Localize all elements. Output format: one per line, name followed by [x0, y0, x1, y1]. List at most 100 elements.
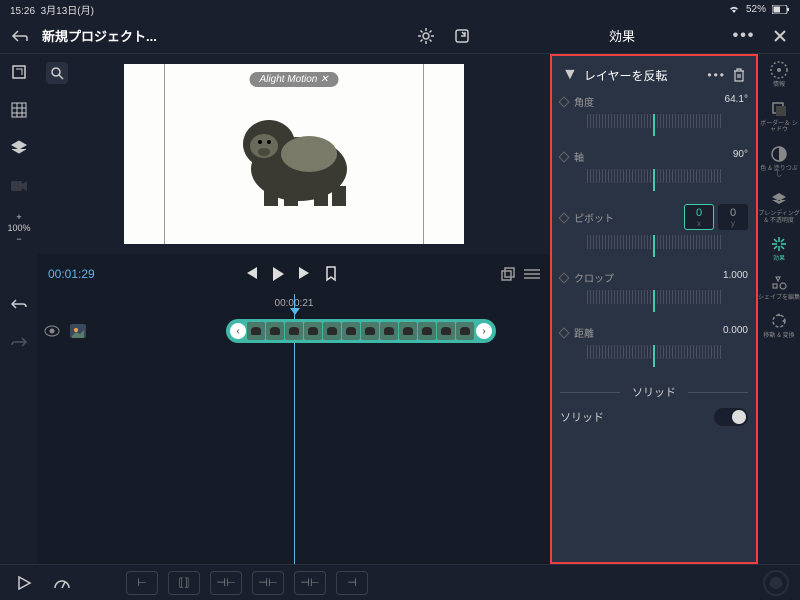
- back-button[interactable]: [6, 22, 34, 50]
- crop-slider[interactable]: [560, 287, 748, 315]
- visibility-icon[interactable]: [44, 325, 64, 337]
- param-crop: クロップ 1.000: [560, 268, 748, 315]
- status-date: 3月13日(月): [41, 6, 94, 17]
- info-tool[interactable]: 情報: [769, 60, 789, 89]
- param-axis: 軸 90°: [560, 147, 748, 194]
- camera-tool[interactable]: [7, 174, 31, 198]
- play-outline-button[interactable]: [10, 569, 38, 597]
- watermark: Alight Motion ✕: [250, 72, 339, 87]
- redo-button[interactable]: [7, 330, 31, 354]
- transform-tool[interactable]: 移動 & 変換: [763, 311, 794, 340]
- battery-text: 52%: [746, 4, 766, 15]
- crop-tool[interactable]: [7, 60, 31, 84]
- timeline[interactable]: 00:00:21 ‹ ›: [38, 294, 550, 564]
- play-button[interactable]: [271, 266, 285, 282]
- center-area: Alight Motion ✕ 00:01:29 00:00:21: [38, 54, 550, 564]
- axis-slider[interactable]: [560, 166, 748, 194]
- param-angle: 角度 64.1°: [560, 92, 748, 139]
- effects-tool[interactable]: 効果: [769, 234, 789, 263]
- distance-slider[interactable]: [560, 342, 748, 370]
- crop-value[interactable]: 1.000: [723, 270, 748, 285]
- speed-button[interactable]: [48, 569, 76, 597]
- canvas[interactable]: Alight Motion ✕: [124, 64, 464, 244]
- keyframe-toggle-distance[interactable]: [558, 327, 569, 338]
- menu-button[interactable]: [524, 268, 540, 280]
- settings-button[interactable]: [412, 22, 440, 50]
- param-distance: 距離 0.000: [560, 323, 748, 370]
- zoom-in[interactable]: +: [7, 212, 30, 223]
- track-thumb-icon[interactable]: [70, 324, 90, 338]
- status-time: 15:26: [10, 6, 35, 17]
- axis-value[interactable]: 90°: [733, 149, 748, 164]
- left-toolbar: + 100% −: [0, 54, 38, 564]
- copy-button[interactable]: [500, 266, 516, 282]
- wifi-icon: [728, 4, 740, 14]
- timecode: 00:01:29: [48, 267, 128, 281]
- pivot-x-input[interactable]: 0x: [684, 204, 714, 230]
- border-shadow-tool[interactable]: ボーダー＆ シャドウ: [758, 99, 800, 134]
- battery-icon: [772, 5, 790, 14]
- status-bar: 15:26 3月13日(月) 52%: [0, 0, 800, 18]
- pivot-y-input[interactable]: 0y: [718, 204, 748, 230]
- panel-title: 効果: [522, 26, 722, 45]
- effect-header: ▼ レイヤーを反転 •••: [560, 60, 748, 90]
- project-title: 新規プロジェクト...: [42, 26, 157, 45]
- effect-more-button[interactable]: •••: [707, 68, 726, 82]
- keyframe-toggle-crop[interactable]: [558, 272, 569, 283]
- axis-label: 軸: [574, 153, 584, 164]
- blend-tool[interactable]: ブレンディング & 不透明度: [758, 189, 800, 224]
- solid-toggle-row: ソリッド: [560, 406, 748, 428]
- trim-start-button[interactable]: ⊢: [126, 571, 158, 595]
- shape-edit-tool[interactable]: シェイプを編集: [758, 273, 800, 302]
- color-fill-tool[interactable]: 色 & 塗りつぶし: [758, 144, 800, 179]
- effect-title: レイヤーを反転: [584, 67, 702, 84]
- zoom-out[interactable]: −: [7, 234, 30, 245]
- trim-group-button[interactable]: ⟦⟧: [168, 571, 200, 595]
- magnify-button[interactable]: [46, 62, 68, 84]
- distance-label: 距離: [574, 329, 594, 340]
- bookmark-button[interactable]: [325, 266, 337, 282]
- section-divider: ソリッド: [560, 384, 748, 400]
- export-button[interactable]: [448, 22, 476, 50]
- solid-label: ソリッド: [560, 409, 604, 425]
- delete-effect-button[interactable]: [732, 67, 746, 83]
- panel-more-button[interactable]: •••: [730, 22, 758, 50]
- split-left-button[interactable]: ⊣⊢: [210, 571, 242, 595]
- pivot-label: ピボット: [574, 214, 614, 225]
- undo-button[interactable]: [7, 292, 31, 316]
- angle-label: 角度: [574, 98, 594, 109]
- keyframe-toggle-angle[interactable]: [558, 96, 569, 107]
- layers-tool[interactable]: [7, 136, 31, 160]
- close-panel-button[interactable]: [766, 22, 794, 50]
- collapse-icon[interactable]: ▼: [562, 66, 578, 84]
- grid-tool[interactable]: [7, 98, 31, 122]
- split-right-button[interactable]: ⊣⊢: [294, 571, 326, 595]
- clip-end-handle[interactable]: ›: [476, 323, 492, 339]
- effect-panel: ▼ レイヤーを反転 ••• 角度 64.1° 軸 90° ピボット 0x 0y: [550, 54, 758, 564]
- transport-bar: 00:01:29: [38, 254, 550, 294]
- distance-value[interactable]: 0.000: [723, 325, 748, 340]
- crop-label: クロップ: [574, 274, 614, 285]
- record-indicator: [762, 569, 790, 597]
- track-row: ‹ ›: [38, 316, 550, 346]
- param-pivot: ピボット 0x 0y: [560, 202, 748, 260]
- split-button[interactable]: ⊣⊢: [252, 571, 284, 595]
- zoom-value: 100%: [7, 223, 30, 234]
- keyframe-toggle-axis[interactable]: [558, 151, 569, 162]
- pivot-slider[interactable]: [560, 232, 748, 260]
- clip-thumbnails: [247, 322, 475, 340]
- prev-keyframe-button[interactable]: [243, 266, 259, 282]
- angle-value[interactable]: 64.1°: [725, 94, 748, 109]
- angle-slider[interactable]: [560, 111, 748, 139]
- video-clip[interactable]: ‹ ›: [226, 319, 496, 343]
- next-keyframe-button[interactable]: [297, 266, 313, 282]
- top-bar: 新規プロジェクト... 効果 •••: [0, 18, 800, 54]
- trim-end-button[interactable]: ⊣: [336, 571, 368, 595]
- keyframe-toggle-pivot[interactable]: [558, 212, 569, 223]
- clip-start-handle[interactable]: ‹: [230, 323, 246, 339]
- preview-area[interactable]: Alight Motion ✕: [38, 54, 550, 254]
- solid-toggle[interactable]: [714, 408, 748, 426]
- right-toolbar: 情報 ボーダー＆ シャドウ 色 & 塗りつぶし ブレンディング & 不透明度 効…: [758, 54, 800, 564]
- bottom-bar: ⊢ ⟦⟧ ⊣⊢ ⊣⊢ ⊣⊢ ⊣: [0, 564, 800, 600]
- zoom-control[interactable]: + 100% −: [7, 212, 30, 244]
